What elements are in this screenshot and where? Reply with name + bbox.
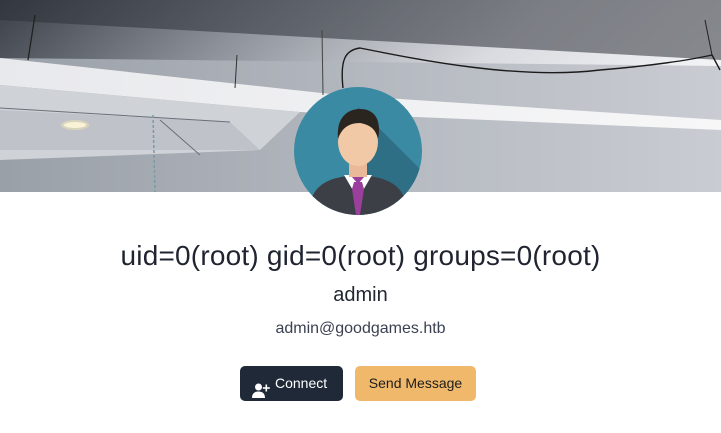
username: admin (333, 284, 388, 306)
user-plus-icon (252, 376, 270, 398)
send-message-label: Send Message (368, 375, 463, 391)
connect-label: Connect (275, 375, 328, 391)
send-message-button[interactable]: Send Message (355, 366, 476, 401)
profile-actions: Connect Send Message (240, 366, 480, 401)
profile-page: uid=0(root) gid=0(root) groups=0(root) a… (0, 0, 721, 433)
email-address: admin@goodgames.htb (275, 320, 446, 337)
avatar (294, 87, 422, 215)
connect-button[interactable]: Connect (240, 366, 343, 401)
page-title: uid=0(root) gid=0(root) groups=0(root) (120, 240, 601, 271)
